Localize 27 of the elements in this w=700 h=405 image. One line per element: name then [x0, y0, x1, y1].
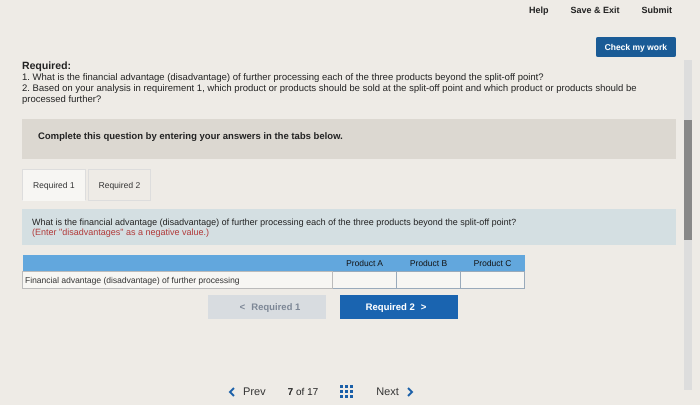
question-note: (Enter "disadvantages" as a negative value.)	[32, 227, 210, 237]
tab[interactable]: Required 1	[22, 169, 86, 201]
top-link[interactable]: Save & Exit	[570, 5, 620, 15]
check-my-work-button[interactable]: Check my work	[596, 37, 676, 57]
top-link[interactable]: Submit	[642, 5, 672, 15]
row-label: Financial advantage (disadvantage) of further processing	[22, 272, 332, 288]
question-text: What is the financial advantage (disadvantage) of further processing each of the three products beyond the split-off point?	[32, 217, 518, 227]
column-header: Product A	[332, 255, 396, 272]
answer-field[interactable]	[460, 272, 524, 288]
column-header: Product B	[396, 255, 460, 272]
tab[interactable]: Required 2	[88, 169, 152, 201]
chevron-right-icon[interactable]	[406, 387, 414, 397]
answer-field[interactable]	[396, 272, 460, 288]
top-link[interactable]: Help	[528, 5, 548, 15]
grid-icon[interactable]	[340, 385, 354, 399]
scrollbar[interactable]	[684, 60, 692, 390]
required-heading: Required:	[22, 61, 72, 72]
prev-link[interactable]: Prev	[243, 386, 266, 398]
column-header: Product C	[460, 255, 524, 272]
chevron-left-icon[interactable]	[228, 387, 235, 397]
next-link[interactable]: Next	[376, 386, 399, 398]
requirement-text: 1. What is the financial advantage (disadvantage) of further processing each of the three products beyond the split-off point?	[22, 72, 545, 83]
requirement-text: 2. Based on your analysis in requirement 1, which product or products should be sold at the split-off point and which product or products should be processed further?	[22, 83, 638, 105]
page-counter: 7 of 17	[288, 386, 318, 398]
answer-field[interactable]	[332, 272, 396, 288]
instruction-banner: Complete this question by entering your answers in the tabs below.	[22, 119, 676, 159]
nav-button[interactable]: Required 2 >	[340, 295, 458, 319]
